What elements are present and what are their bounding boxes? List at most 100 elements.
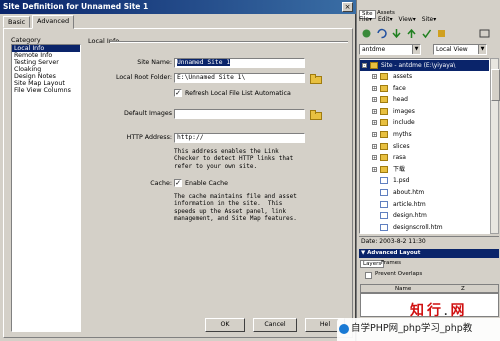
tree-item-label: design.htm xyxy=(393,212,427,220)
tree-item-label: article.htm xyxy=(393,200,426,208)
folder-icon xyxy=(380,131,388,138)
panel-menu: File▾ Edit▾ View▾ Site▾ xyxy=(359,15,499,25)
tab-advanced[interactable]: Advanced xyxy=(32,15,75,29)
tree-file[interactable]: design.htm xyxy=(360,210,489,221)
tree-item-label: slices xyxy=(393,142,410,150)
folder-icon xyxy=(380,119,388,127)
expand-icon[interactable]: + xyxy=(372,74,377,79)
http-address-field[interactable]: http:// xyxy=(174,133,305,143)
local-root-label: Local Root Folder: xyxy=(115,74,172,81)
browse-images-folder-icon[interactable] xyxy=(310,110,322,120)
site-select[interactable]: antdme ▼ xyxy=(359,44,421,55)
menu-file[interactable]: File▾ xyxy=(359,16,372,23)
site-select-value: antdme xyxy=(362,46,386,53)
menu-site[interactable]: Site▾ xyxy=(422,16,437,23)
advanced-layout-title[interactable]: ▼ Advanced Layout xyxy=(359,249,499,258)
watermark-logo: 知行.网 xyxy=(410,300,467,320)
tree-folder[interactable]: + face xyxy=(360,83,489,94)
category-testing-server[interactable]: Testing Server xyxy=(12,59,80,66)
tree-folder[interactable]: + myths xyxy=(360,129,489,140)
expand-icon[interactable]: + xyxy=(372,166,377,172)
watermark-icon xyxy=(339,324,349,334)
tree-folder[interactable]: + rasa xyxy=(360,152,489,163)
expand-icon[interactable]: + xyxy=(372,132,377,137)
file-tree: - Site - antdme (E:\yiyaya\ + assets + face… xyxy=(359,58,490,234)
view-select[interactable]: Local View ▼ xyxy=(433,44,487,55)
tree-item-label: head xyxy=(393,96,408,104)
enable-cache-label: Enable Cache xyxy=(185,180,229,187)
watermark-bar: 自学PHP网_php学习_php教 xyxy=(337,318,500,341)
cache-label: Cache: xyxy=(150,180,172,187)
category-file-view-columns[interactable]: File View Columns xyxy=(12,87,80,94)
tree-item-label: myths xyxy=(393,131,412,138)
tree-scrollbar[interactable] xyxy=(490,58,500,234)
category-cloaking[interactable]: Cloaking xyxy=(12,66,80,73)
cancel-button[interactable]: Cancel xyxy=(253,318,297,332)
tree-item-label: 下载 xyxy=(393,165,406,173)
tree-folder[interactable]: + head xyxy=(360,94,489,105)
tab-basic[interactable]: Basic xyxy=(3,16,31,28)
file-icon xyxy=(380,189,388,196)
tree-item-label: images xyxy=(393,107,415,115)
folder-icon xyxy=(370,62,378,69)
tree-folder[interactable]: + assets xyxy=(360,71,489,82)
expand-icon[interactable]: + xyxy=(372,155,377,161)
folder-icon xyxy=(380,107,388,115)
site-name-field[interactable]: Unnamed Site 1 xyxy=(174,58,305,68)
enable-cache-checkbox[interactable]: ✓ xyxy=(174,179,182,187)
view-select-value: Local View xyxy=(436,46,468,53)
expand-icon[interactable]: + xyxy=(372,143,377,149)
tree-folder[interactable]: + slices xyxy=(360,141,489,152)
tree-item-label: assets xyxy=(393,73,413,80)
tree-file[interactable]: about.htm xyxy=(360,187,489,198)
category-design-notes[interactable]: Design Notes xyxy=(12,73,80,80)
http-note: This address enables the Link Checker to… xyxy=(174,148,294,170)
ok-button[interactable]: OK xyxy=(205,318,245,332)
tree-item-label: designscroll.htm xyxy=(393,223,443,231)
tree-root[interactable]: - Site - antdme (E:\yiyaya\ xyxy=(360,60,489,71)
check-in-icon[interactable] xyxy=(436,28,447,39)
local-root-field[interactable]: E:\Unnamed Site 1\ xyxy=(174,73,305,83)
menu-edit[interactable]: Edit▾ xyxy=(378,16,393,23)
panel-toolbar xyxy=(359,27,499,41)
folder-icon xyxy=(380,73,388,80)
site-definition-dialog: Site Definition for Unnamed Site 1 × Bas… xyxy=(0,0,356,341)
get-files-icon[interactable] xyxy=(391,28,402,39)
put-files-icon[interactable] xyxy=(406,28,417,39)
refresh-checkbox[interactable]: ✓ xyxy=(174,89,182,97)
tree-file[interactable]: 1.psd xyxy=(360,175,489,186)
category-site-map-layout[interactable]: Site Map Layout xyxy=(12,80,80,87)
tree-file[interactable]: article.htm xyxy=(360,199,489,210)
close-icon[interactable]: × xyxy=(342,2,353,12)
default-images-label: Default Images xyxy=(123,110,172,117)
connect-icon[interactable] xyxy=(361,28,372,39)
expand-icon[interactable]: + xyxy=(372,108,377,114)
expand-icon[interactable]: + xyxy=(372,97,377,103)
file-icon xyxy=(380,177,388,185)
check-out-icon[interactable] xyxy=(421,28,432,39)
tree-folder[interactable]: + include xyxy=(360,117,489,128)
watermark-text: 自学PHP网_php学习_php教 xyxy=(351,323,473,334)
tree-item-label: rasa xyxy=(393,154,406,162)
browse-folder-icon[interactable] xyxy=(310,74,322,84)
site-name-value: Unnamed Site 1 xyxy=(177,59,231,66)
tree-folder[interactable]: + 下载 xyxy=(360,164,489,175)
tree-folder[interactable]: + images xyxy=(360,106,489,117)
chevron-down-icon: ▼ xyxy=(412,45,420,54)
folder-icon xyxy=(380,154,388,162)
tree-item-label: about.htm xyxy=(393,189,425,196)
category-local-info[interactable]: Local Info xyxy=(12,45,80,52)
expand-icon[interactable]: + xyxy=(372,120,377,126)
prevent-overlaps-checkbox[interactable] xyxy=(365,272,372,279)
category-list: Local Info Remote Info Testing Server Cl… xyxy=(11,44,81,332)
menu-view[interactable]: View▾ xyxy=(399,16,416,23)
refresh-icon[interactable] xyxy=(376,28,387,39)
cache-note: The cache maintains file and asset infor… xyxy=(174,193,297,223)
expand-icon[interactable]: + xyxy=(372,85,377,91)
category-remote-info[interactable]: Remote Info xyxy=(12,52,80,59)
collapse-icon[interactable]: - xyxy=(362,63,367,68)
expand-icon[interactable] xyxy=(479,28,490,39)
default-images-field[interactable] xyxy=(174,109,305,119)
tab-frames[interactable]: Frames xyxy=(379,260,403,268)
tree-file[interactable]: designscroll.htm xyxy=(360,222,489,233)
